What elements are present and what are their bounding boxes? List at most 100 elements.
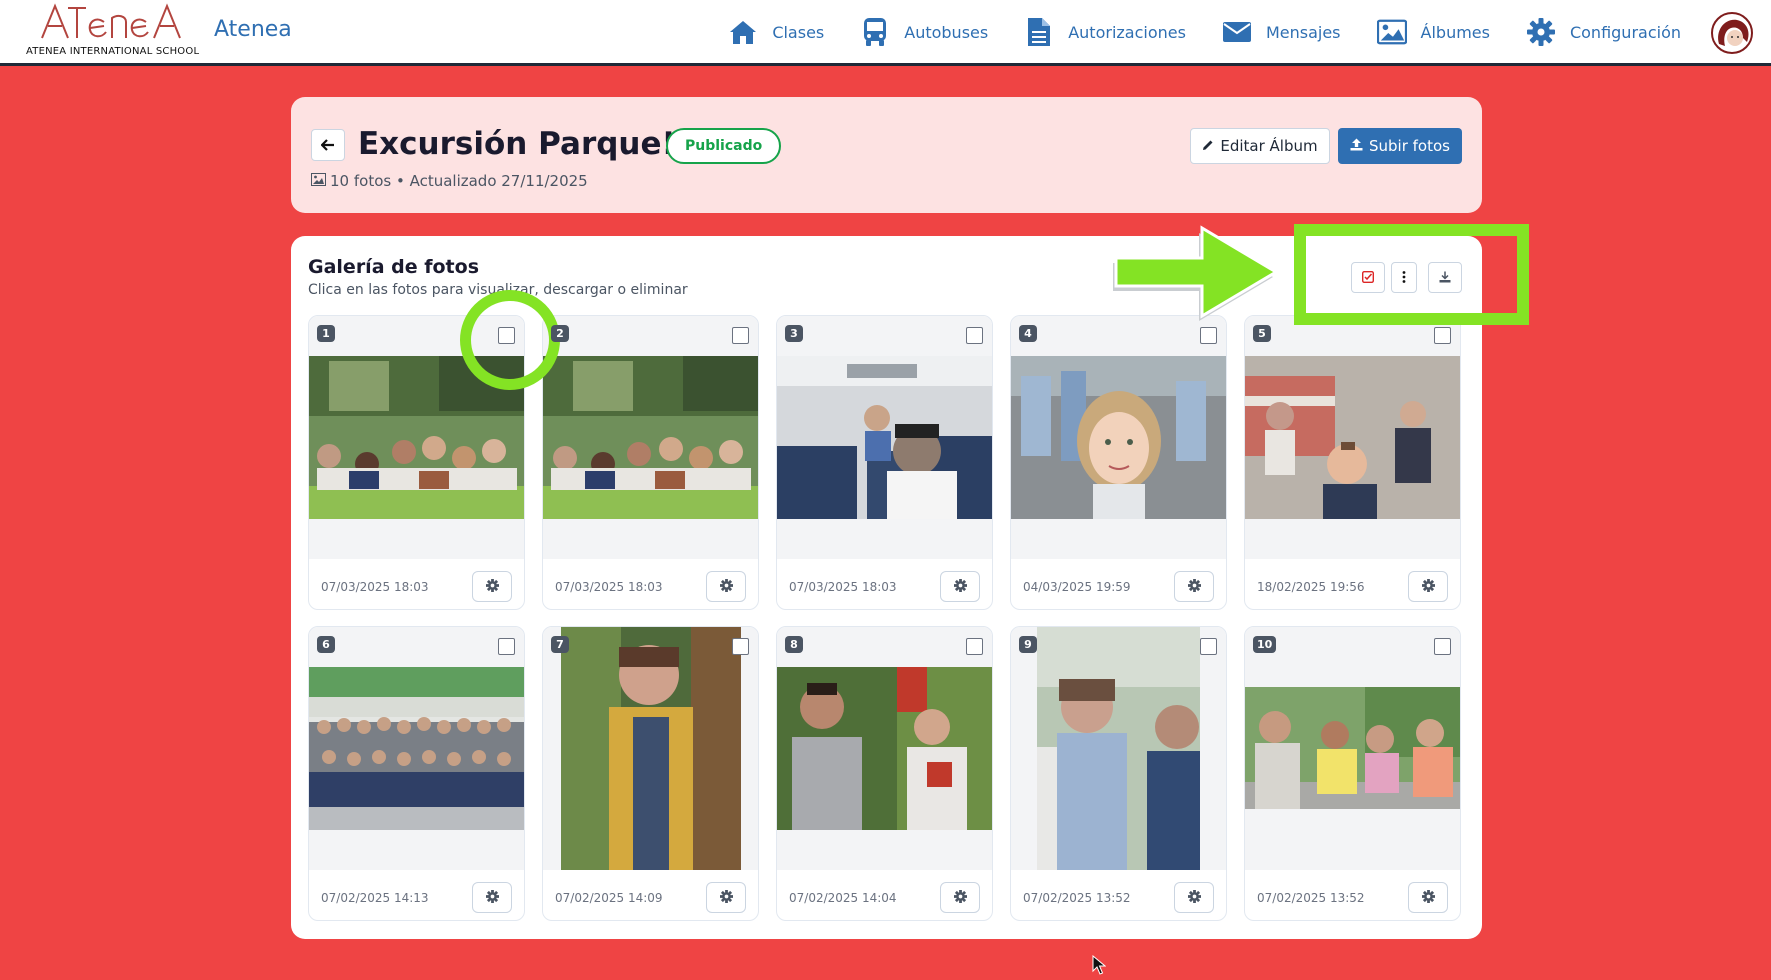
photo-number: 5 (1253, 325, 1271, 342)
pencil-icon (1202, 137, 1214, 155)
nav-item-clases[interactable]: Clases (728, 17, 824, 47)
photo-settings-button[interactable] (706, 882, 746, 913)
upload-icon (1350, 137, 1363, 155)
arrow-right-icon (1113, 225, 1279, 321)
photo-settings-button[interactable] (1408, 882, 1448, 913)
photo-select-checkbox[interactable] (1434, 638, 1451, 655)
photo-number: 2 (551, 325, 569, 342)
photo-thumbnail[interactable] (1245, 316, 1460, 559)
photo-thumbnail[interactable] (1011, 316, 1226, 559)
nav-item-autobuses[interactable]: Autobuses (860, 17, 988, 47)
photo-thumbnail[interactable] (309, 627, 524, 870)
album-meta-text: 10 fotos • Actualizado 27/11/2025 (330, 172, 588, 190)
photo-card[interactable]: 7 07/02/2025 14:09 (542, 626, 759, 921)
photo-thumbnail[interactable] (777, 316, 992, 559)
arrow-left-icon (320, 136, 335, 155)
photo-thumbnail[interactable] (1245, 627, 1460, 870)
home-icon (728, 17, 758, 47)
photo-number: 10 (1253, 636, 1277, 653)
photo-date: 07/03/2025 18:03 (321, 580, 429, 594)
image-icon (311, 172, 326, 190)
bus-icon (860, 17, 890, 47)
album-meta: 10 fotos • Actualizado 27/11/2025 (311, 172, 588, 190)
school-logo[interactable]: ATENEA INTERNATIONAL SCHOOL (26, 2, 199, 62)
photo-card[interactable]: 4 04/03/2025 19:59 (1010, 315, 1227, 610)
photo-select-checkbox[interactable] (732, 327, 749, 344)
back-button[interactable] (311, 129, 345, 161)
gallery-title: Galería de fotos (308, 256, 479, 278)
photo-card[interactable]: 9 07/02/2025 13:52 (1010, 626, 1227, 921)
photo-number: 9 (1019, 636, 1037, 653)
upload-photos-label: Subir fotos (1369, 137, 1450, 155)
photo-settings-button[interactable] (1408, 571, 1448, 602)
status-badge: Publicado (666, 128, 782, 164)
photo-select-checkbox[interactable] (732, 638, 749, 655)
photo-thumbnail[interactable] (1011, 627, 1226, 870)
photo-card[interactable]: 6 07/02/2025 14:13 (308, 626, 525, 921)
photo-number: 4 (1019, 325, 1037, 342)
photo-settings-button[interactable] (472, 882, 512, 913)
upload-photos-button[interactable]: Subir fotos (1338, 128, 1462, 164)
highlight-rectangle-annotation (1294, 224, 1529, 325)
gear-icon (953, 888, 967, 907)
nav-label: Configuración (1569, 22, 1681, 42)
user-avatar[interactable] (1711, 12, 1753, 54)
image-icon (1376, 17, 1407, 47)
photo-settings-button[interactable] (1174, 571, 1214, 602)
logo-wordmark (41, 3, 181, 39)
photo-select-checkbox[interactable] (498, 638, 515, 655)
gear-icon (485, 577, 499, 596)
photo-thumbnail[interactable] (543, 627, 758, 870)
document-icon (1024, 17, 1054, 47)
album-title: Excursión Parque! (358, 126, 676, 162)
gear-icon (1187, 888, 1201, 907)
edit-album-button[interactable]: Editar Álbum (1190, 128, 1330, 164)
nav-item-mensajes[interactable]: Mensajes (1222, 17, 1341, 47)
photo-select-checkbox[interactable] (1434, 327, 1451, 344)
photo-select-checkbox[interactable] (498, 327, 515, 344)
photo-date: 07/02/2025 14:09 (555, 891, 663, 905)
photo-select-checkbox[interactable] (1200, 638, 1217, 655)
photo-date: 07/02/2025 14:13 (321, 891, 429, 905)
photo-card[interactable]: 10 07/02/2025 13:52 (1244, 626, 1461, 921)
gear-icon (1526, 17, 1556, 47)
photo-date: 07/02/2025 14:04 (789, 891, 897, 905)
mouse-cursor-icon (1092, 955, 1106, 975)
nav-item-configuracion[interactable]: Configuración (1526, 17, 1681, 47)
photo-select-checkbox[interactable] (966, 638, 983, 655)
nav-item-autorizaciones[interactable]: Autorizaciones (1024, 17, 1186, 47)
photo-number: 3 (785, 325, 803, 342)
photo-card[interactable]: 5 18/02/2025 19:56 (1244, 315, 1461, 610)
nav-item-albumes[interactable]: Álbumes (1376, 17, 1490, 47)
photo-settings-button[interactable] (1174, 882, 1214, 913)
brand-name[interactable]: Atenea (214, 17, 292, 42)
gear-icon (719, 888, 733, 907)
album-header-card: Excursión Parque! Publicado 10 fotos • A… (291, 97, 1482, 213)
photo-thumbnail[interactable] (543, 316, 758, 559)
photo-number: 1 (317, 325, 335, 342)
gear-icon (485, 888, 499, 907)
gear-icon (1421, 888, 1435, 907)
photo-settings-button[interactable] (472, 571, 512, 602)
photo-card[interactable]: 3 07/03/2025 18:03 (776, 315, 993, 610)
photo-card[interactable]: 8 07/02/2025 14:04 (776, 626, 993, 921)
photo-thumbnail[interactable] (777, 627, 992, 870)
gear-icon (719, 577, 733, 596)
photo-date: 07/02/2025 13:52 (1023, 891, 1131, 905)
envelope-icon (1222, 17, 1252, 47)
photo-number: 7 (551, 636, 569, 653)
photo-settings-button[interactable] (940, 571, 980, 602)
photo-date: 18/02/2025 19:56 (1257, 580, 1365, 594)
gear-icon (1187, 577, 1201, 596)
top-navbar: ATENEA INTERNATIONAL SCHOOL Atenea Clase… (0, 0, 1771, 66)
photo-date: 07/02/2025 13:52 (1257, 891, 1365, 905)
photo-card[interactable]: 2 07/03/2025 18:03 (542, 315, 759, 610)
gear-icon (1421, 577, 1435, 596)
gear-icon (953, 577, 967, 596)
photo-settings-button[interactable] (706, 571, 746, 602)
photo-date: 07/03/2025 18:03 (789, 580, 897, 594)
photo-select-checkbox[interactable] (1200, 327, 1217, 344)
photo-settings-button[interactable] (940, 882, 980, 913)
photo-date: 04/03/2025 19:59 (1023, 580, 1131, 594)
photo-select-checkbox[interactable] (966, 327, 983, 344)
